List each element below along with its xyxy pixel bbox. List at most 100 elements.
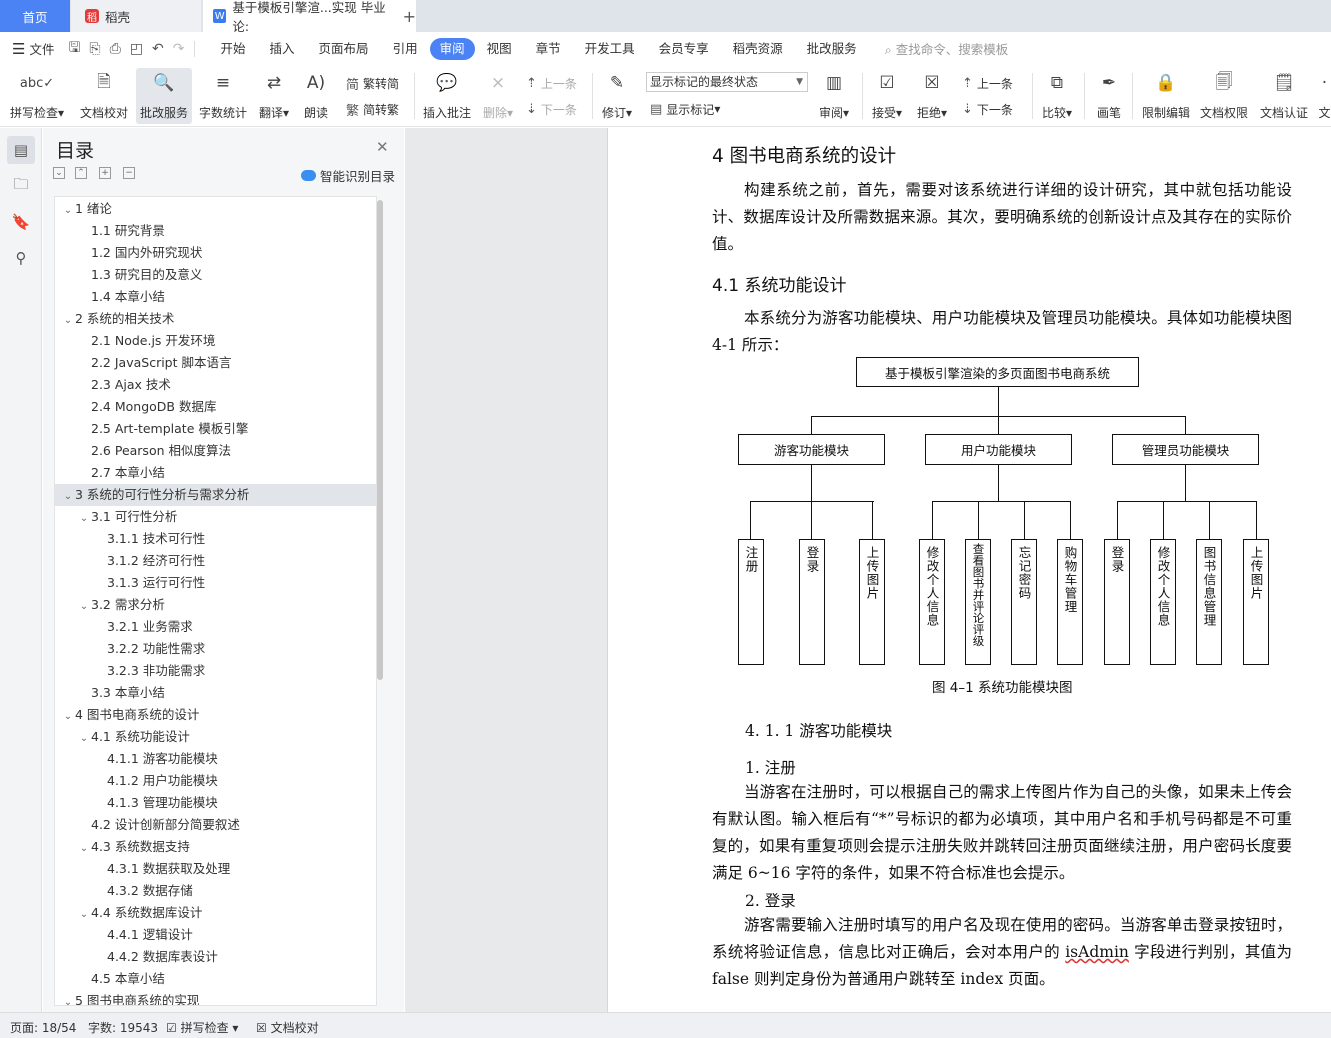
remove-heading-icon[interactable]: − [123,167,135,179]
smart-toc-button[interactable]: 智能识别目录 [301,166,395,185]
toc-item[interactable]: 3.1.2 经济可行性 [55,550,376,572]
review-service-button[interactable]: 🔍 批改服务 [136,68,192,124]
toc-item[interactable]: 3.1.3 运行可行性 [55,572,376,594]
track-changes-button[interactable]: ✎ 修订▾ [598,68,636,124]
accept-button[interactable]: ☑ 接受▾ [868,68,906,124]
chevron-down-icon[interactable]: ⌄ [77,728,91,750]
doc-cert-button[interactable]: 🗒 文档认证 [1256,68,1312,124]
next-change-button[interactable]: ⇣ 下一条 [962,99,1013,119]
chevron-down-icon[interactable]: ⌄ [61,992,75,1005]
print-icon[interactable]: ⎙ [110,41,121,57]
pen-button[interactable]: ✒ 画笔 [1092,68,1126,124]
toc-item[interactable]: 4.1.3 管理功能模块 [55,792,376,814]
bookmark-icon[interactable]: 🔖 [7,208,35,236]
toc-item[interactable]: ⌄ 3 系统的可行性分析与需求分析 [55,484,376,506]
toc-item[interactable]: 4.1.2 用户功能模块 [55,770,376,792]
save-icon[interactable]: 🖫 [68,37,80,61]
show-markup-button[interactable]: ▤ 显示标记 ▾ [650,99,720,119]
spellcheck-flagged-word[interactable]: isAdmin [1065,943,1129,961]
toc-item[interactable]: ⌄ 4 图书电商系统的设计 [55,704,376,726]
toc-item[interactable]: 3.2.2 功能性需求 [55,638,376,660]
chevron-down-icon[interactable]: ⌄ [77,838,91,860]
toc-item[interactable]: ⌄ 4.1 系统功能设计 [55,726,376,748]
chevron-down-icon[interactable]: ⌄ [61,706,75,728]
toc-item[interactable]: 2.4 MongoDB 数据库 [55,396,376,418]
toc-item[interactable]: 1.2 国内外研究现状 [55,242,376,264]
toc-item[interactable]: ⌄ 5 图书电商系统的实现 [55,990,376,1005]
toc-item[interactable]: 2.3 Ajax 技术 [55,374,376,396]
toc-item[interactable]: 3.2.1 业务需求 [55,616,376,638]
toc-item[interactable]: 4.2 设计创新部分简要叙述 [55,814,376,836]
menu-tab-1[interactable]: 插入 [258,38,307,60]
export-pdf-icon[interactable]: ⎘ [89,41,100,57]
menu-tab-7[interactable]: 开发工具 [573,38,647,60]
doc-proof-button[interactable]: 🗎 文档校对 [74,68,134,124]
toc-item[interactable]: 2.2 JavaScript 脚本语言 [55,352,376,374]
toc-item[interactable]: 4.4.1 逻辑设计 [55,924,376,946]
markup-display-select[interactable]: 显示标记的最终状态 ▼ [646,72,808,92]
insert-comment-button[interactable]: 💬 插入批注 [420,68,474,124]
toc-item[interactable]: 4.5 本章小结 [55,968,376,990]
chevron-down-icon[interactable]: ⌄ [61,486,75,508]
read-aloud-button[interactable]: A) 朗读 [298,68,334,124]
menu-tab-4[interactable]: 审阅 [429,37,475,60]
menu-tab-0[interactable]: 开始 [209,38,258,60]
chevron-down-icon[interactable]: ⌄ [77,596,91,618]
word-count-button[interactable]: ≡ 字数统计 [196,68,250,124]
toc-item[interactable]: ⌄ 1 绪论 [55,198,376,220]
page-indicator[interactable]: 页面: 18/54 [10,1019,76,1036]
toc-item[interactable]: ⌄ 3.2 需求分析 [55,594,376,616]
tab-daoke[interactable]: 稻 稻壳 [71,0,201,32]
status-spellcheck[interactable]: ☑ 拼写检查 ▾ [166,1019,238,1036]
toc-item[interactable]: 3.3 本章小结 [55,682,376,704]
toc-item[interactable]: 2.6 Pearson 相似度算法 [55,440,376,462]
toc-pane-icon[interactable]: ▤ [7,136,35,164]
document-page[interactable]: 4 图书电商系统的设计 构建系统之前，首先，需要对该系统进行详细的设计研究，其中… [607,128,1331,1012]
toc-item[interactable]: 4.3.1 数据获取及处理 [55,858,376,880]
spellcheck-button[interactable]: abc✓ 拼写检查▾ [6,68,68,124]
chevron-down-icon[interactable]: ⌄ [77,904,91,926]
print-preview-icon[interactable]: ◰ [130,41,143,57]
menu-tab-9[interactable]: 稻壳资源 [721,38,795,60]
toc-item[interactable]: 1.3 研究目的及意义 [55,264,376,286]
chevron-down-icon[interactable]: ⌄ [61,310,75,332]
close-icon[interactable]: ✕ [376,138,389,156]
toc-item[interactable]: 4.1.1 游客功能模块 [55,748,376,770]
reject-button[interactable]: ☒ 拒绝▾ [912,68,952,124]
undo-icon[interactable]: ↶ [152,41,164,57]
tab-document[interactable]: W 基于模板引擎渲...实现 毕业论: + [203,0,416,34]
restrict-edit-button[interactable]: 🔒 限制编辑 [1140,68,1192,124]
toc-item[interactable]: 2.1 Node.js 开发环境 [55,330,376,352]
toc-item[interactable]: 1.4 本章小结 [55,286,376,308]
menu-tab-10[interactable]: 批改服务 [795,38,869,60]
chevron-down-icon[interactable]: ⌄ [61,200,75,222]
more-ribbon-button[interactable]: · 文 [1318,68,1331,124]
toc-item[interactable]: ⌄ 4.3 系统数据支持 [55,836,376,858]
chevron-down-icon[interactable]: ⌄ [77,508,91,530]
trad-to-simp-button[interactable]: 简繁转简 [346,73,399,93]
search-icon[interactable]: ⚲ [7,244,35,272]
prev-change-button[interactable]: ⇡ 上一条 [962,73,1013,93]
toc-item[interactable]: 4.4.2 数据库表设计 [55,946,376,968]
word-count-indicator[interactable]: 字数: 19543 [88,1019,158,1036]
new-tab-button[interactable]: + [403,7,416,26]
toc-scrollbar[interactable] [377,200,383,680]
menu-tab-6[interactable]: 章节 [524,38,573,60]
delete-comment-button[interactable]: ⨯ 删除▾ [478,68,518,124]
redo-icon[interactable]: ↷ [173,41,185,57]
menu-tab-2[interactable]: 页面布局 [307,38,381,60]
toc-item[interactable]: ⌄ 4.4 系统数据库设计 [55,902,376,924]
doc-permission-button[interactable]: 🗐 文档权限 [1198,68,1250,124]
review-pane-button[interactable]: ▥ 审阅▾ [814,68,854,124]
toc-item[interactable]: 1.1 研究背景 [55,220,376,242]
toc-item[interactable]: 2.7 本章小结 [55,462,376,484]
menu-tab-5[interactable]: 视图 [475,38,524,60]
menu-tab-3[interactable]: 引用 [381,38,430,60]
chapter-nav-icon[interactable]: 🗀 [7,172,35,200]
add-heading-icon[interactable]: + [99,167,111,179]
translate-button[interactable]: ⇄ 翻译▾ [254,68,294,124]
file-menu[interactable]: ☰ 文件 [0,39,54,58]
expand-all-icon[interactable]: ⌃ [75,167,87,179]
toc-item[interactable]: 3.1.1 技术可行性 [55,528,376,550]
tab-home[interactable]: 首页 [0,0,70,32]
